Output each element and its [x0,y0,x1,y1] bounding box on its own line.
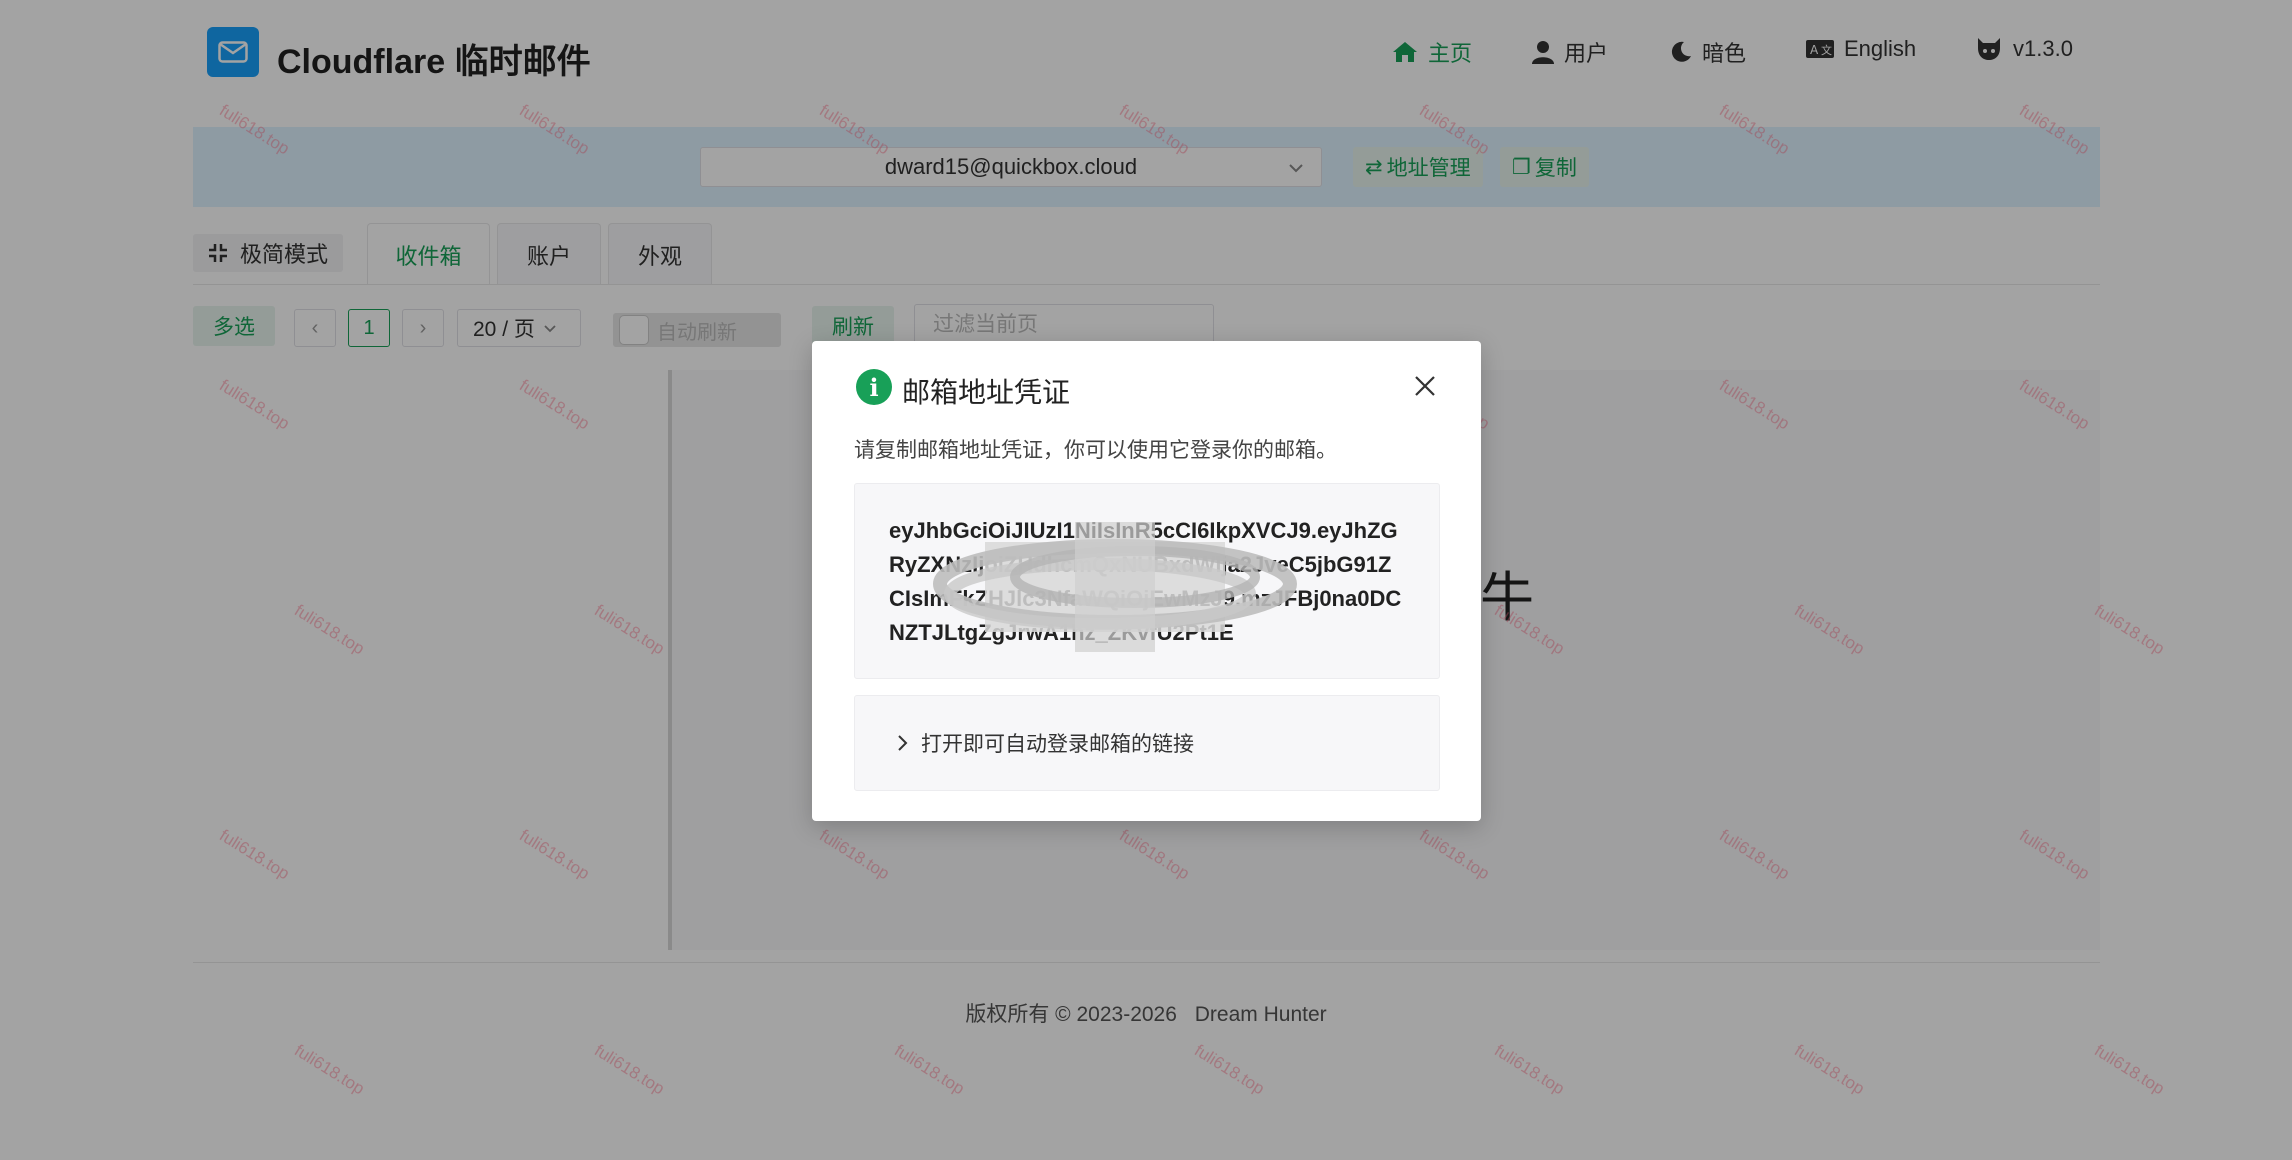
credential-dialog: i 邮箱地址凭证 请复制邮箱地址凭证，你可以使用它登录你的邮箱。 eyJhbGc… [812,341,1481,821]
close-icon [1415,376,1435,396]
auto-login-link-collapse[interactable]: 打开即可自动登录邮箱的链接 [854,695,1440,791]
dialog-description: 请复制邮箱地址凭证，你可以使用它登录你的邮箱。 [854,439,1337,462]
redaction-scribble [933,522,1297,652]
close-button[interactable] [1410,371,1440,401]
info-icon: i [856,369,892,405]
dialog-title: 邮箱地址凭证 [902,377,1071,408]
chevron-right-icon [898,735,908,751]
credential-token-box[interactable]: eyJhbGciOiJIUzI1NiIsInR5cCI6IkpXVCJ9.eyJ… [854,483,1440,679]
auto-login-link-label: 打开即可自动登录邮箱的链接 [921,733,1194,756]
